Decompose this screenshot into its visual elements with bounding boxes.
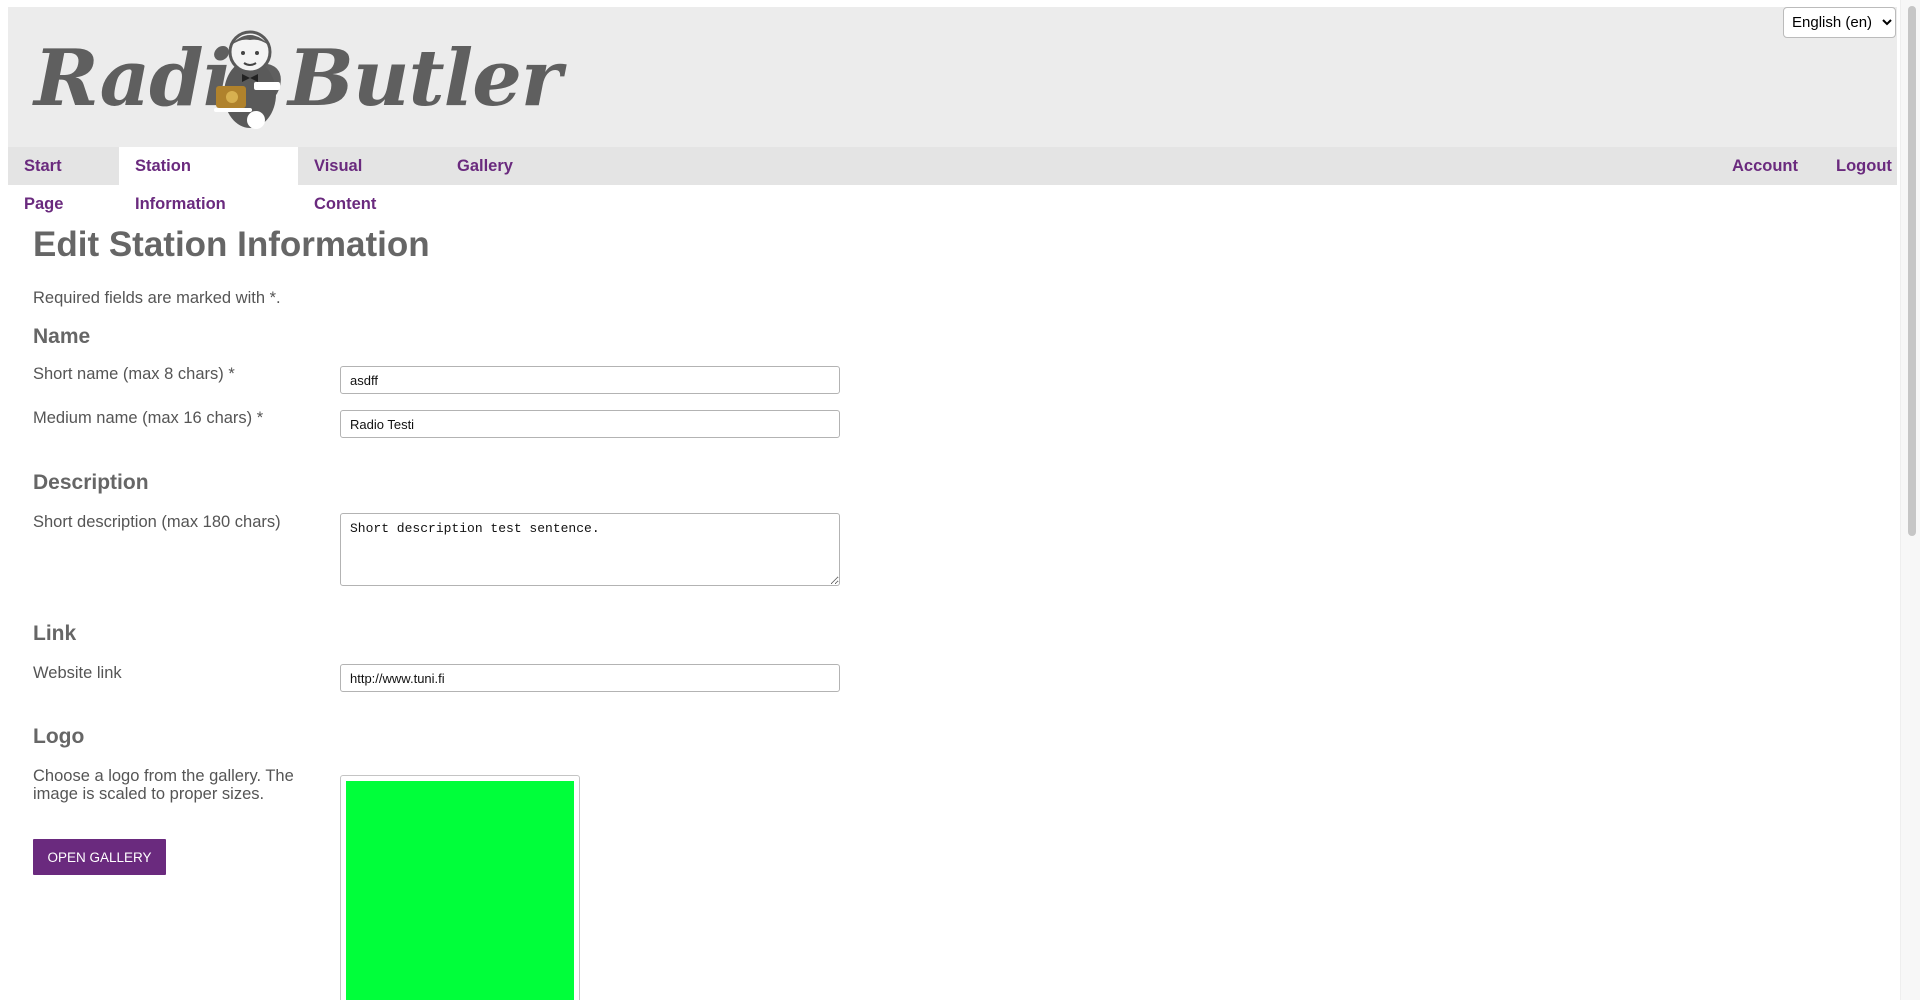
main-nav: Start Page Station Information Visual Co…	[8, 147, 1897, 213]
website-link-label: Website link	[33, 664, 122, 682]
open-gallery-button[interactable]: OPEN GALLERY	[33, 839, 166, 875]
page-scrollbar[interactable]	[1900, 0, 1920, 1000]
language-select[interactable]: English (en)	[1783, 7, 1896, 38]
radio-butler-logo[interactable]: Radio Butler	[26, 24, 562, 139]
scrollbar-thumb[interactable]	[1908, 6, 1916, 536]
short-description-label: Short description (max 180 chars)	[33, 513, 281, 531]
required-note: Required fields are marked with *.	[33, 289, 281, 307]
logo-preview[interactable]	[340, 775, 580, 1000]
butler-mascot-icon	[214, 30, 280, 129]
section-heading-link: Link	[33, 622, 77, 645]
site-header: Radio Butler English (en)	[8, 7, 1897, 147]
logo-word-butler: Butler	[288, 33, 562, 124]
app-frame: Radio Butler English (en) Start Page Sta…	[8, 7, 1897, 1000]
short-name-label: Short name (max 8 chars) *	[33, 365, 235, 383]
section-heading-logo: Logo	[33, 725, 85, 748]
medium-name-label: Medium name (max 16 chars) *	[33, 409, 264, 427]
logo-help-text: Choose a logo from the gallery. The imag…	[33, 767, 294, 803]
short-description-textarea[interactable]: Short description test sentence.	[340, 513, 840, 586]
logo-preview-image	[346, 781, 574, 1000]
nav-start-page[interactable]: Start Page	[8, 147, 119, 213]
medium-name-input[interactable]	[340, 410, 840, 438]
nav-gallery[interactable]: Gallery	[441, 147, 521, 185]
nav-visual-content[interactable]: Visual Content	[298, 147, 441, 213]
website-link-input[interactable]	[340, 664, 840, 692]
short-name-input[interactable]	[340, 366, 840, 394]
section-heading-name: Name	[33, 325, 91, 348]
nav-station-information[interactable]: Station Information	[119, 147, 298, 213]
nav-logout[interactable]: Logout	[1820, 147, 1896, 185]
page-title: Edit Station Information	[33, 225, 430, 264]
section-heading-description: Description	[33, 471, 149, 494]
nav-account[interactable]: Account	[1716, 147, 1820, 185]
